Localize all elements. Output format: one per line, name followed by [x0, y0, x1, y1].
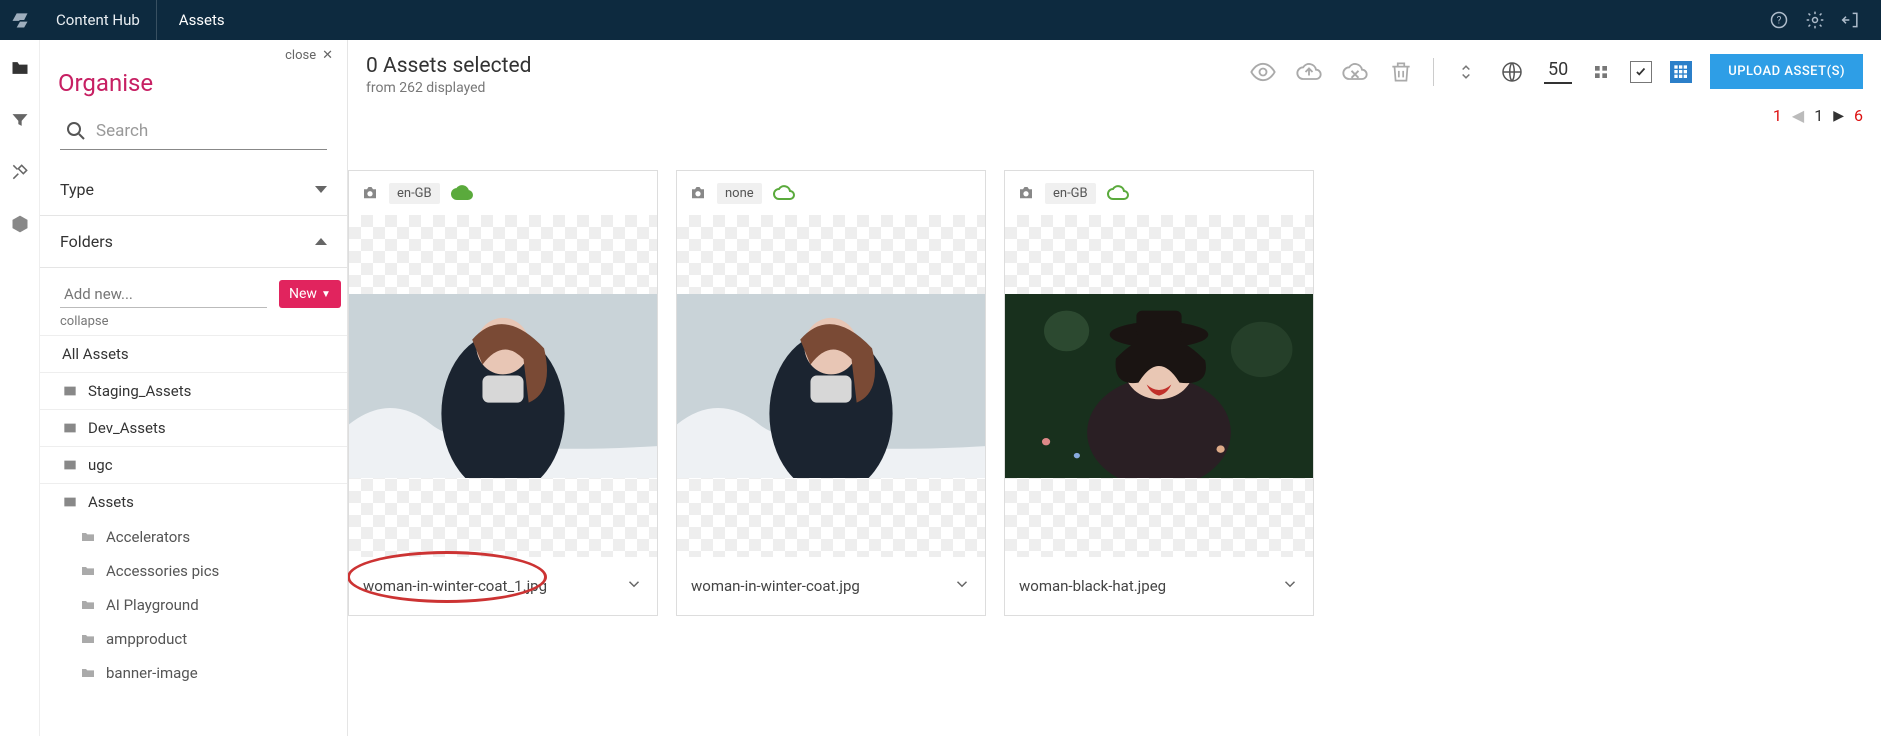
- folder-icon[interactable]: [8, 56, 32, 80]
- app-title: Content Hub: [40, 11, 156, 29]
- new-folder-button[interactable]: New▼: [279, 280, 341, 308]
- locale-tag: en-GB: [1045, 183, 1096, 204]
- chevron-down-icon: [315, 186, 327, 193]
- toolbar: 50 UPLOAD ASSET(S): [1249, 54, 1863, 89]
- pager-next-icon[interactable]: ▶: [1833, 108, 1844, 124]
- thumbnail[interactable]: [677, 215, 985, 557]
- chevron-down-icon[interactable]: [1281, 575, 1299, 597]
- search-field[interactable]: [60, 117, 327, 150]
- thumbnail[interactable]: [1005, 215, 1313, 557]
- organise-title: Organise: [40, 63, 347, 111]
- folder-item[interactable]: Dev_Assets: [40, 409, 347, 446]
- detail-view-icon[interactable]: [1670, 61, 1692, 83]
- asset-filename: woman-black-hat.jpeg: [1019, 577, 1166, 595]
- toolbar-divider: [1433, 58, 1434, 86]
- filter-icon[interactable]: [8, 108, 32, 132]
- upload-button[interactable]: UPLOAD ASSET(S): [1710, 54, 1863, 89]
- publish-status-icon: [772, 181, 796, 205]
- list-view-icon[interactable]: [1630, 61, 1652, 83]
- folders-label: Folders: [60, 232, 113, 251]
- locale-tag: none: [717, 183, 762, 204]
- collapse-link[interactable]: collapse: [60, 314, 327, 329]
- preview-icon[interactable]: [1249, 58, 1277, 86]
- unpublish-cloud-icon[interactable]: [1341, 58, 1369, 86]
- tab-assets[interactable]: Assets: [157, 0, 247, 40]
- help-icon[interactable]: ?: [1767, 8, 1791, 32]
- subfolder-item[interactable]: Accelerators: [40, 520, 347, 554]
- asset-filename: woman-in-winter-coat.jpg: [691, 577, 860, 595]
- asset-card[interactable]: none woman-in-winter-coat.jpg: [676, 170, 986, 616]
- trash-icon[interactable]: [1387, 58, 1415, 86]
- camera-icon: [689, 184, 707, 202]
- folder-item[interactable]: Assets: [40, 483, 347, 520]
- chevron-up-icon: [315, 238, 327, 245]
- gear-icon[interactable]: [1803, 8, 1827, 32]
- upload-cloud-icon[interactable]: [1295, 58, 1323, 86]
- subfolder-item[interactable]: AI Playground: [40, 588, 347, 622]
- type-accordion[interactable]: Type: [40, 164, 347, 216]
- grid-view-icon[interactable]: [1590, 61, 1612, 83]
- svg-text:?: ?: [1777, 15, 1782, 26]
- chevron-down-icon[interactable]: [625, 575, 643, 597]
- folder-item[interactable]: ugc: [40, 446, 347, 483]
- logo-icon: [0, 0, 40, 40]
- logout-icon[interactable]: [1839, 8, 1863, 32]
- camera-icon: [361, 184, 379, 202]
- add-folder-input[interactable]: [60, 281, 267, 308]
- page-size[interactable]: 50: [1544, 59, 1572, 84]
- box-icon[interactable]: [8, 212, 32, 236]
- thumbnail[interactable]: [349, 215, 657, 557]
- top-bar: Content Hub Assets ?: [0, 0, 1881, 40]
- subfolder-item[interactable]: ampproduct: [40, 622, 347, 656]
- folder-item[interactable]: All Assets: [40, 335, 347, 372]
- sort-icon[interactable]: [1452, 58, 1480, 86]
- pager-prev-icon[interactable]: ◀: [1792, 106, 1804, 125]
- type-label: Type: [60, 180, 94, 199]
- asset-card[interactable]: en-GBwoman-in-winter-coat_1.jpg: [348, 170, 658, 616]
- close-icon[interactable]: ✕: [322, 48, 333, 63]
- left-rail: [0, 40, 40, 736]
- pager-page: 1: [1814, 106, 1823, 125]
- locale-icon[interactable]: [1498, 58, 1526, 86]
- folders-accordion[interactable]: Folders: [40, 216, 347, 268]
- publish-status-icon: [1106, 181, 1130, 205]
- locale-tag: en-GB: [389, 183, 440, 204]
- annotation-circle: [348, 551, 547, 603]
- main-area: 0 Assets selected from 262 displayed 50 …: [348, 40, 1881, 736]
- tools-icon[interactable]: [8, 160, 32, 184]
- chevron-down-icon[interactable]: [953, 575, 971, 597]
- subfolder-item[interactable]: Accessories pics: [40, 554, 347, 588]
- pager: 1 ◀ 1 ▶ 6: [1773, 106, 1863, 125]
- asset-card[interactable]: en-GB woman-black-hat.jpeg: [1004, 170, 1314, 616]
- search-input[interactable]: [60, 117, 327, 149]
- camera-icon: [1017, 184, 1035, 202]
- pager-total: 6: [1854, 106, 1863, 125]
- subfolder-item[interactable]: banner-image: [40, 656, 347, 690]
- organise-panel: close ✕ Organise Type Folders New▼ colla…: [40, 40, 348, 736]
- asset-grid: en-GBwoman-in-winter-coat_1.jpg none woman…: [348, 170, 1881, 736]
- close-label[interactable]: close: [285, 48, 316, 63]
- pager-current: 1: [1773, 106, 1782, 125]
- publish-status-icon: [450, 181, 474, 205]
- folder-item[interactable]: Staging_Assets: [40, 372, 347, 409]
